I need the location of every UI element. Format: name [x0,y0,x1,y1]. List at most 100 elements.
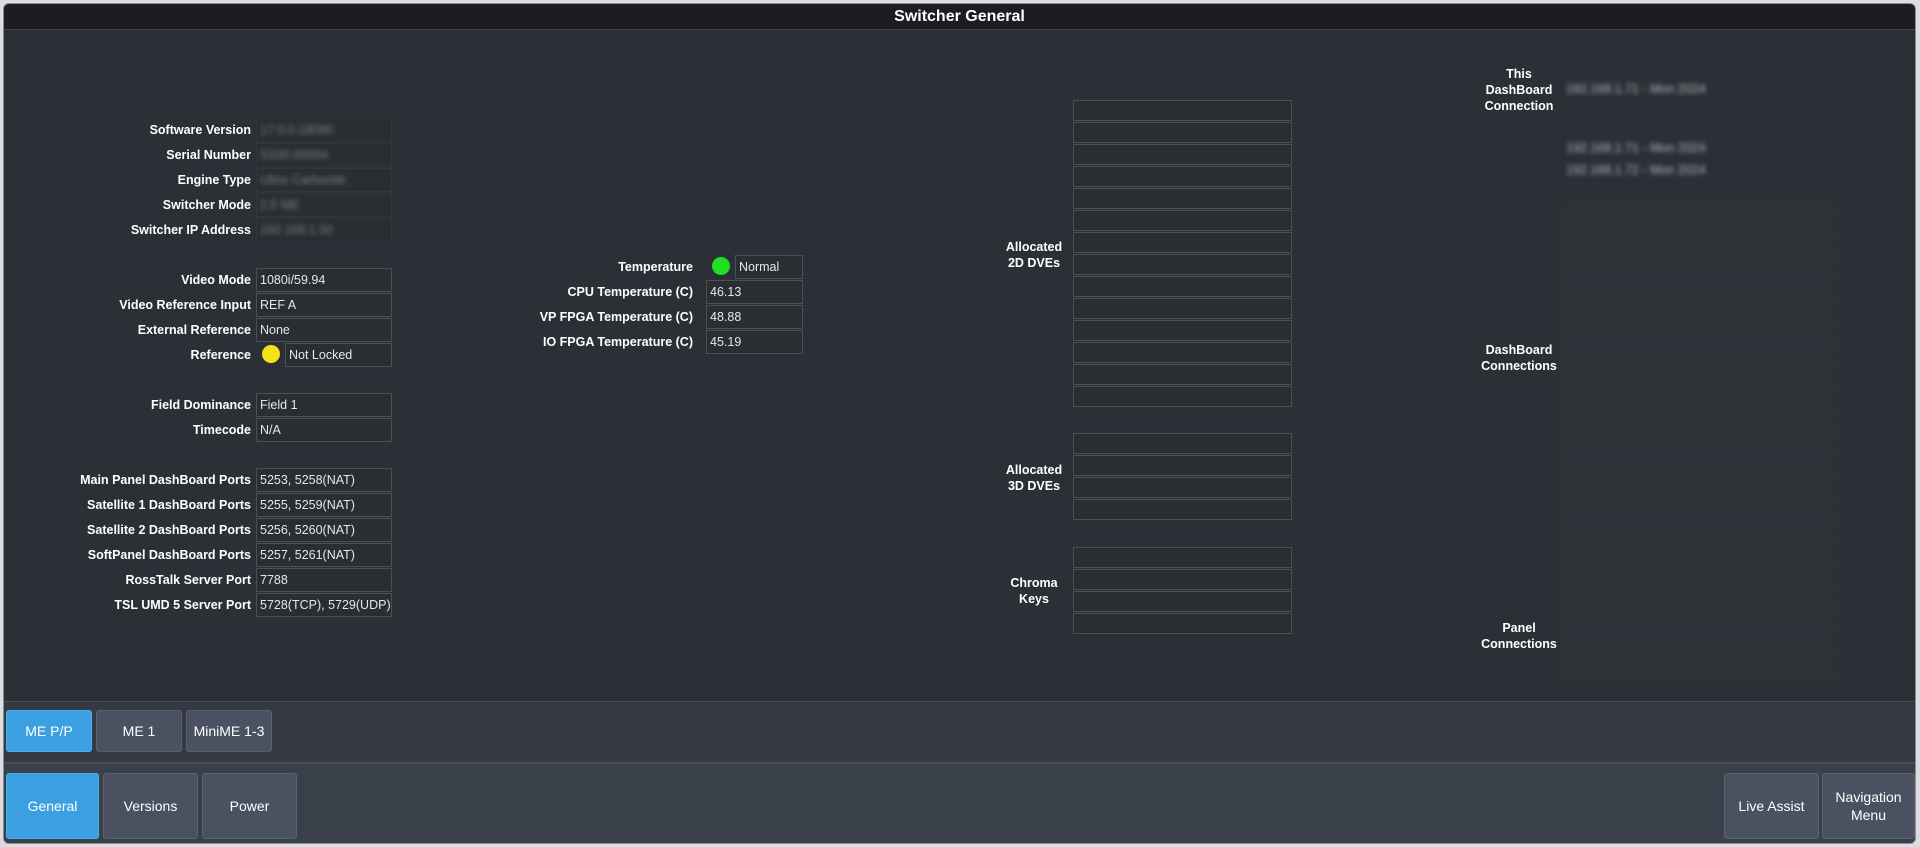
connection-slot [1560,554,1838,575]
satellite-2-ports-label: Satellite 2 DashBoard Ports [87,523,251,537]
live-assist-button[interactable]: Live Assist [1724,773,1819,839]
cpu-temperature-label: CPU Temperature (C) [567,285,693,299]
versions-button[interactable]: Versions [103,773,198,839]
io-fpga-temperature-label: IO FPGA Temperature (C) [542,335,693,349]
connection-slot [1560,422,1838,443]
connection-slot [1560,620,1838,641]
dve-3d-slot [1073,499,1292,520]
connection-slot [1560,290,1838,311]
dve-2d-slot [1073,386,1292,407]
switcher-mode-label: Switcher Mode [162,198,251,212]
dve-2d-slot [1073,188,1292,209]
serial-number-value: S100-00054 [256,143,392,167]
satellite-1-ports-label: Satellite 1 DashBoard Ports [87,498,251,512]
power-button[interactable]: Power [202,773,297,839]
chroma-key-slot [1073,613,1292,634]
reference-status-indicator-icon [262,345,280,363]
video-mode-label: Video Mode [181,273,251,287]
main-panel-ports-label: Main Panel DashBoard Ports [80,473,251,487]
vp-fpga-temperature-label: VP FPGA Temperature (C) [539,310,693,324]
connection-slot [1560,268,1838,289]
me-tab-bar: ME P/P ME 1 MiniME 1-3 [4,701,1915,762]
satellite-2-ports-value: 5256, 5260(NAT) [256,518,392,542]
chroma-key-slot [1073,569,1292,590]
rosstalk-port-value: 7788 [256,568,392,592]
dve-2d-slot [1073,144,1292,165]
dve-2d-slot [1073,166,1292,187]
rosstalk-port-label: RossTalk Server Port [125,573,251,587]
general-button[interactable]: General [6,773,99,839]
tab-me-pp[interactable]: ME P/P [6,710,92,752]
tsl-umd-port-label: TSL UMD 5 Server Port [114,598,251,612]
software-version-value: 17.0.0.18080 [256,118,392,142]
connection-slot [1560,664,1838,685]
connection-slot [1560,202,1838,223]
softpanel-ports-label: SoftPanel DashBoard Ports [87,548,251,562]
dve-2d-slot [1073,122,1292,143]
connection-slot [1560,400,1838,421]
vp-fpga-temperature-value: 48.88 [706,305,803,329]
chroma-key-slot [1073,547,1292,568]
video-reference-input-label: Video Reference Input [119,298,251,312]
temperature-label: Temperature [618,260,693,274]
connection-slot [1560,334,1838,355]
timecode-label: Timecode [192,423,251,437]
engine-type-value: Ultrix Carbonite [256,168,392,192]
dve-2d-slot [1073,276,1292,297]
reference-label: Reference [190,348,251,362]
tsl-umd-port-value: 5728(TCP), 5729(UDP) [256,593,392,617]
reference-value: Not Locked [285,343,392,367]
switcher-ip-label: Switcher IP Address [130,223,251,237]
connection-slot [1560,576,1838,597]
dashboard-connection-value: 192.168.1.72 - Mon 2024 [1566,163,1706,177]
timecode-value: N/A [256,418,392,442]
connection-slot [1560,356,1838,377]
chroma-keys-label: Chroma Keys [1010,576,1058,606]
tab-me-1[interactable]: ME 1 [96,710,182,752]
connection-slot [1560,488,1838,509]
dve-2d-slot [1073,100,1292,121]
allocated-2d-dves-label: Allocated 2D DVEs [1005,240,1063,270]
tab-minime-1-3[interactable]: MiniME 1-3 [186,710,272,752]
allocated-3d-dves-label: Allocated 3D DVEs [1005,463,1063,493]
this-dashboard-connection-label: This DashBoard Connection [1484,67,1554,113]
main-panel: Software Version 17.0.0.18080 Serial Num… [4,30,1915,700]
dve-3d-slot [1073,433,1292,454]
connection-slot [1560,532,1838,553]
connection-slot [1560,378,1838,399]
navigation-menu-button[interactable]: Navigation Menu [1822,773,1915,839]
connection-slot [1560,598,1838,619]
serial-number-label: Serial Number [166,148,251,162]
dve-2d-slot [1073,254,1292,275]
field-dominance-value: Field 1 [256,393,392,417]
panel-connections-label: Panel Connections [1481,621,1557,651]
window-title: Switcher General [4,4,1915,30]
dve-2d-slot [1073,232,1292,253]
external-reference-value: None [256,318,392,342]
dashboard-connections-label: DashBoard Connections [1481,343,1557,373]
connection-slot [1560,312,1838,333]
dve-2d-slot [1073,342,1292,363]
engine-type-label: Engine Type [177,173,251,187]
dve-2d-slot [1073,298,1292,319]
dashboard-connection-value: 192.168.1.71 - Mon 2024 [1566,141,1706,155]
chroma-key-slot [1073,591,1292,612]
video-mode-value: 1080i/59.94 [256,268,392,292]
video-reference-input-value: REF A [256,293,392,317]
temperature-value: Normal [735,255,803,279]
switcher-general-window: Switcher General Software Version 17.0.0… [3,3,1916,844]
connection-slot [1560,466,1838,487]
connection-slot [1560,510,1838,531]
dve-3d-slot [1073,455,1292,476]
satellite-1-ports-value: 5255, 5259(NAT) [256,493,392,517]
software-version-label: Software Version [149,123,251,137]
connection-slot [1560,642,1838,663]
dve-3d-slot [1073,477,1292,498]
connection-slot [1560,246,1838,267]
io-fpga-temperature-value: 45.19 [706,330,803,354]
cpu-temperature-value: 46.13 [706,280,803,304]
main-panel-ports-value: 5253, 5258(NAT) [256,468,392,492]
switcher-ip-value: 192.168.1.50 [256,218,392,242]
connection-slot [1560,224,1838,245]
connection-slot [1560,444,1838,465]
